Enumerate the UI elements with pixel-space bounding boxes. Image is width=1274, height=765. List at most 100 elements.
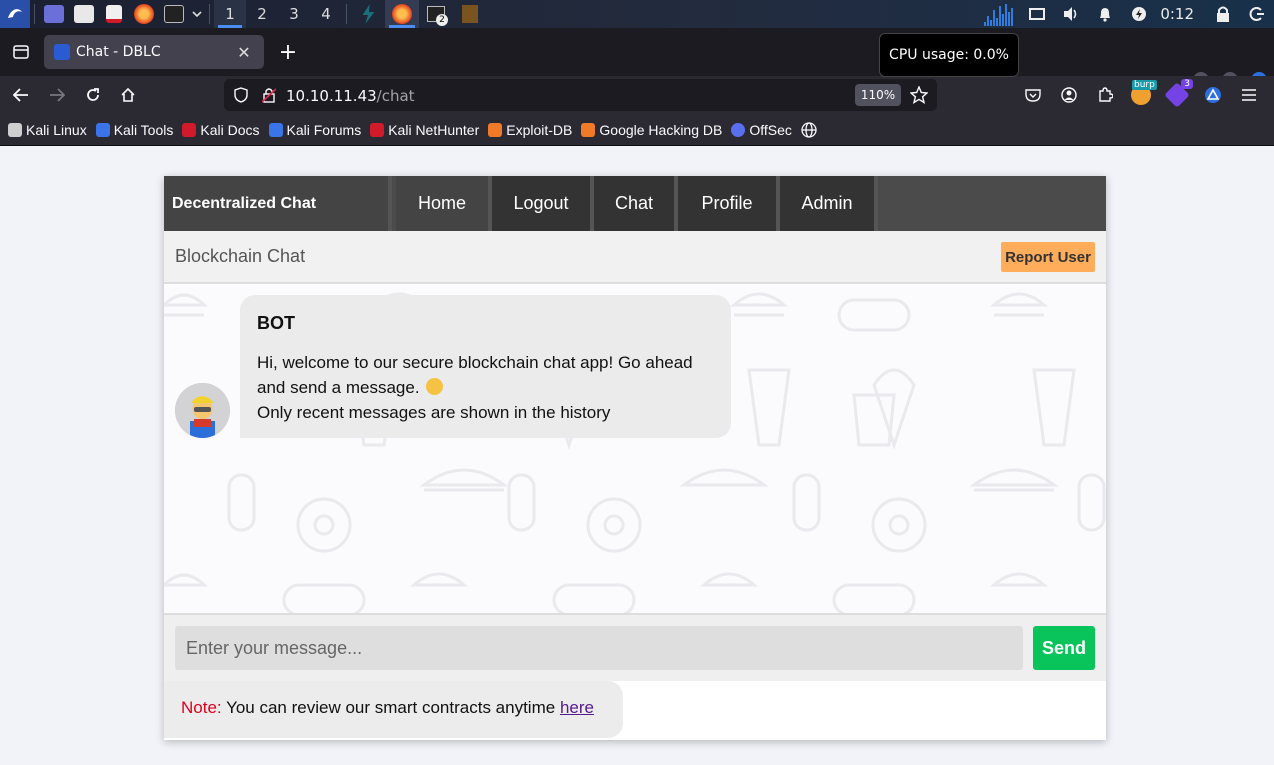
extensions-button[interactable] xyxy=(1091,82,1119,108)
tab-title: Chat - DBLC xyxy=(76,44,161,60)
power-icon xyxy=(1132,7,1147,21)
panel-separator xyxy=(346,4,347,24)
smart-contracts-link[interactable]: here xyxy=(560,698,594,717)
nav-chat[interactable]: Chat xyxy=(594,176,678,231)
chat-app: Decentralized Chat Home Logout Chat Prof… xyxy=(164,176,1106,740)
message-history[interactable]: BOT Hi, welcome to our secure blockchain… xyxy=(164,285,1106,613)
vpn-extension-button[interactable] xyxy=(1199,82,1227,108)
taskbar-sublime[interactable] xyxy=(453,0,487,28)
workspace-2[interactable]: 2 xyxy=(246,0,278,28)
delta-icon xyxy=(1205,87,1221,103)
system-panel: 1 2 3 4 2 0:12 xyxy=(0,0,1274,28)
bookmark-google-hacking-db[interactable]: Google Hacking DB xyxy=(581,122,722,138)
account-button[interactable] xyxy=(1055,82,1083,108)
bookmark-kali-nethunter[interactable]: Kali NetHunter xyxy=(370,122,479,138)
lock-screen-button[interactable] xyxy=(1206,0,1240,28)
workspace-4[interactable]: 4 xyxy=(310,0,342,28)
firefox-launcher[interactable] xyxy=(129,0,159,28)
globe-icon xyxy=(801,121,817,138)
url-bar[interactable]: 10.10.11.43/chat 110% xyxy=(224,79,937,111)
report-user-button[interactable]: Report User xyxy=(1001,242,1095,272)
logout-button[interactable] xyxy=(1240,0,1274,28)
nav-admin[interactable]: Admin xyxy=(780,176,878,231)
show-desktop-button[interactable] xyxy=(39,0,69,28)
folder-icon xyxy=(74,5,94,23)
browser-tab-active[interactable]: Chat - DBLC ✕ xyxy=(44,35,264,69)
volume-icon xyxy=(1064,7,1077,21)
site-favicon-icon xyxy=(54,44,70,60)
bookmark-label: Kali NetHunter xyxy=(388,121,480,138)
forward-button[interactable] xyxy=(43,82,71,108)
burp-extension-button[interactable]: burp xyxy=(1127,80,1157,108)
cpu-graph[interactable] xyxy=(984,2,1014,26)
message-line-2: Only recent messages are shown in the hi… xyxy=(257,403,611,422)
pocket-button[interactable] xyxy=(1019,82,1047,108)
bookmark-kali-forums[interactable]: Kali Forums xyxy=(268,122,361,138)
navigation-toolbar: 10.10.11.43/chat 110% burp 3 xyxy=(0,76,1274,114)
workspace-3[interactable]: 3 xyxy=(278,0,310,28)
arrow-right-icon xyxy=(50,88,65,102)
file-manager-launcher[interactable] xyxy=(69,0,99,28)
bookmark-label: Kali Docs xyxy=(200,121,260,138)
kali-menu-button[interactable] xyxy=(0,0,30,28)
burp-label: burp xyxy=(1132,80,1157,90)
taskbar-terminal[interactable]: 2 xyxy=(419,0,453,28)
bot-message-bubble: BOT Hi, welcome to our secure blockchain… xyxy=(240,295,731,438)
text-editor-icon xyxy=(106,5,122,23)
new-tab-button[interactable]: + xyxy=(275,39,301,65)
terminal-count-badge: 2 xyxy=(436,14,448,26)
note-text: You can review our smart contracts anyti… xyxy=(226,698,556,717)
bookmark-kali-docs[interactable]: Kali Docs xyxy=(182,121,260,138)
taskbar-firefox[interactable] xyxy=(385,0,419,28)
back-button[interactable] xyxy=(7,82,35,108)
nav-profile[interactable]: Profile xyxy=(678,176,780,231)
message-line-1: Hi, welcome to our secure blockchain cha… xyxy=(257,353,693,397)
close-tab-icon[interactable]: ✕ xyxy=(234,43,254,62)
desktop-icon xyxy=(44,5,64,23)
text-editor-launcher[interactable] xyxy=(99,0,129,28)
insecure-lock-icon[interactable] xyxy=(262,87,276,103)
chat-title: Blockchain Chat xyxy=(175,246,306,266)
app-menu-button[interactable] xyxy=(1235,82,1263,108)
url-text[interactable]: 10.10.11.43/chat xyxy=(286,87,415,105)
hamburger-menu-icon xyxy=(1242,89,1256,101)
send-button[interactable]: Send xyxy=(1033,626,1095,670)
kali-dragon-icon xyxy=(8,122,22,137)
puzzle-icon xyxy=(1099,87,1113,102)
power-tray[interactable] xyxy=(1122,0,1156,28)
bookmark-label: OffSec xyxy=(749,121,792,138)
zoom-reset-button[interactable]: 110% xyxy=(855,84,901,106)
nav-home[interactable]: Home xyxy=(396,176,492,231)
app-brand[interactable]: Decentralized Chat xyxy=(164,176,392,231)
top-navigation: Decentralized Chat Home Logout Chat Prof… xyxy=(164,176,1106,231)
terminal-icon xyxy=(164,5,184,23)
ghdb-icon xyxy=(581,122,596,137)
reload-button[interactable] xyxy=(79,82,107,108)
browser-tab-strip: Chat - DBLC ✕ + xyxy=(0,28,1274,88)
shield-icon[interactable] xyxy=(234,87,248,103)
bookmark-star-button[interactable] xyxy=(907,83,931,107)
terminal-launcher[interactable] xyxy=(159,0,189,28)
purple-extension-button[interactable]: 3 xyxy=(1163,79,1193,108)
home-button[interactable] xyxy=(114,82,142,108)
notifications-tray[interactable] xyxy=(1088,0,1122,28)
lock-icon xyxy=(1217,6,1229,22)
message-text: Hi, welcome to our secure blockchain cha… xyxy=(257,350,714,425)
bookmark-kali-linux[interactable]: Kali Linux xyxy=(8,122,87,138)
workspace-1[interactable]: 1 xyxy=(214,0,246,28)
volume-tray[interactable] xyxy=(1054,0,1088,28)
bookmark-globe[interactable] xyxy=(801,121,817,138)
message-input[interactable] xyxy=(175,626,1023,670)
launcher-dropdown[interactable] xyxy=(189,0,205,28)
firefox-view-button[interactable] xyxy=(4,35,38,69)
bot-avatar xyxy=(175,383,230,438)
panel-clock[interactable]: 0:12 xyxy=(1156,5,1206,23)
nav-logout[interactable]: Logout xyxy=(492,176,594,231)
account-icon xyxy=(1061,87,1077,103)
screen-tray[interactable] xyxy=(1020,0,1054,28)
bookmark-offsec[interactable]: OffSec xyxy=(731,122,792,138)
bookmark-exploit-db[interactable]: Exploit-DB xyxy=(488,122,572,138)
bot-avatar-icon xyxy=(175,383,230,438)
bookmark-kali-tools[interactable]: Kali Tools xyxy=(95,122,173,138)
taskbar-burp[interactable] xyxy=(351,0,385,28)
